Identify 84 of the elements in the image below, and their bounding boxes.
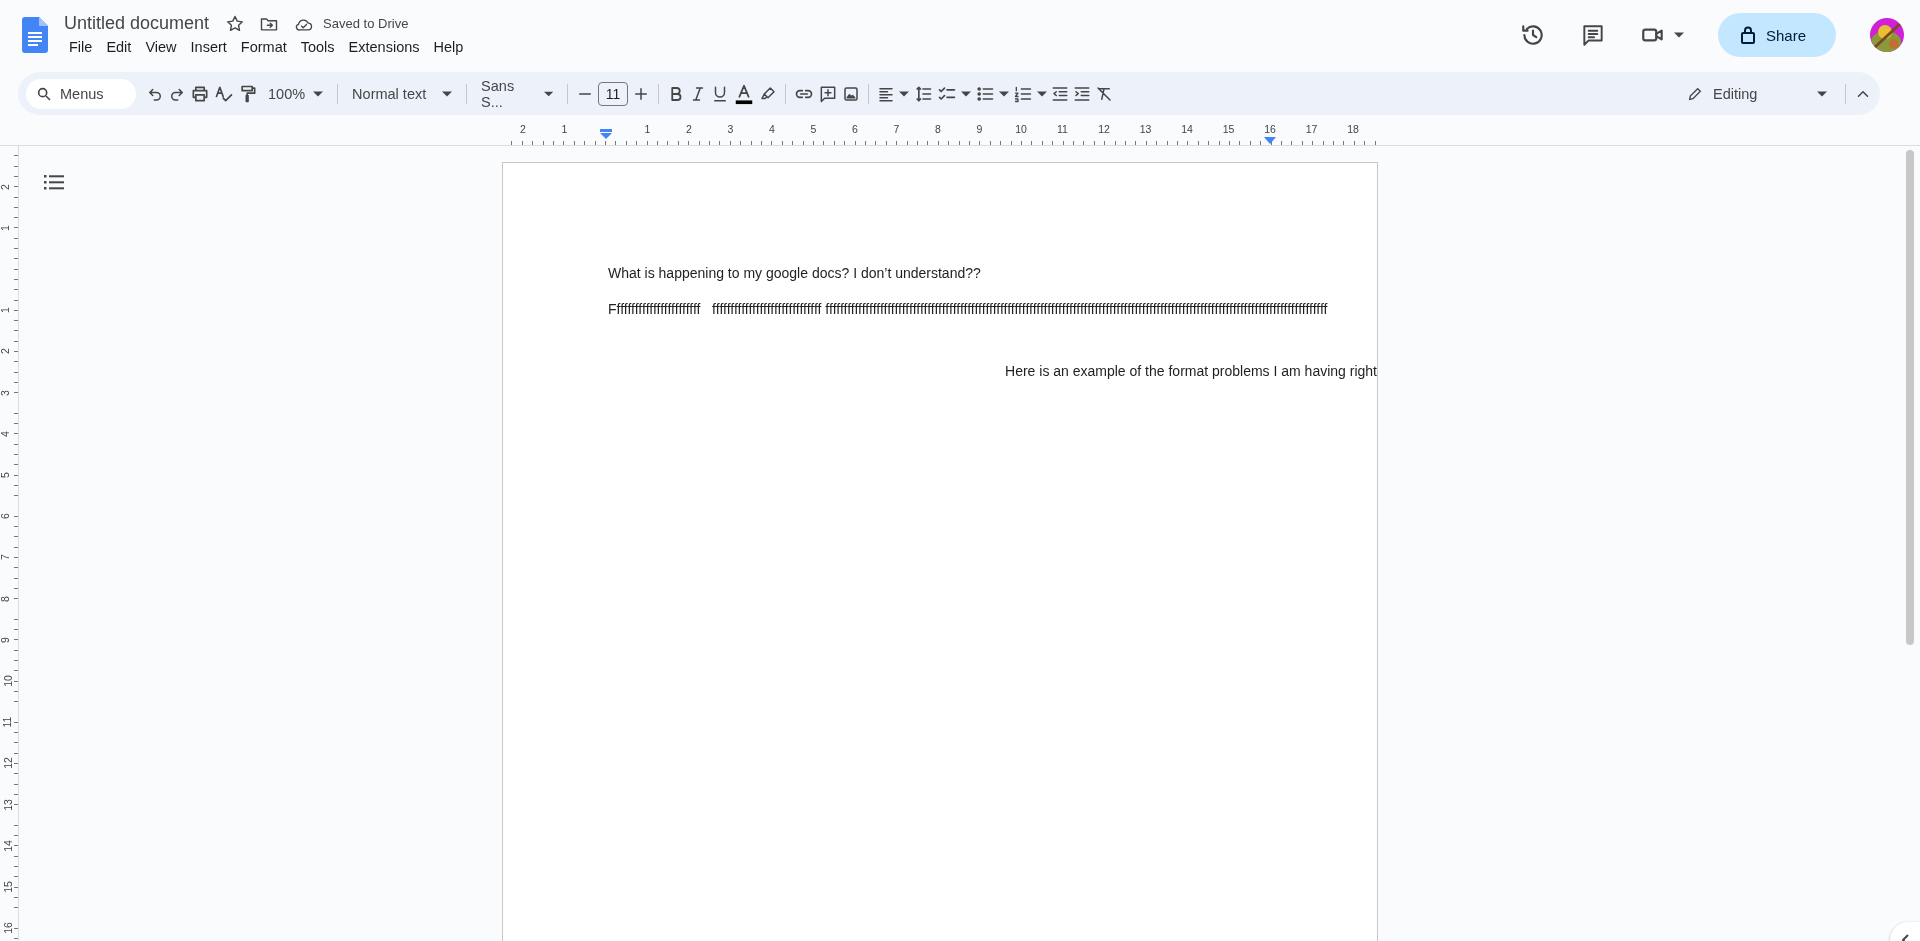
paragraph: What is happening to my google docs? I don’t understand?? <box>608 264 981 282</box>
ruler-number: 2 <box>0 183 11 190</box>
caret-icon[interactable] <box>961 90 972 97</box>
ruler-number: 8 <box>935 123 941 135</box>
ruler-number: 4 <box>769 123 775 135</box>
ruler-number: 5 <box>0 472 11 478</box>
indent-marker-icon[interactable] <box>600 129 612 139</box>
ruler-number: 14 <box>1181 123 1193 135</box>
paragraph: Here is an example of the format problems I am having right <box>1005 362 1377 380</box>
save-status: Saved to Drive <box>323 16 409 31</box>
caret-icon[interactable] <box>1817 90 1827 97</box>
decrease-indent-icon[interactable] <box>1051 84 1070 103</box>
pencil-icon <box>1687 85 1703 102</box>
ruler-number: 17 <box>1305 123 1318 135</box>
search-icon <box>36 85 52 102</box>
ruler-number: 3 <box>727 123 734 135</box>
document-title[interactable]: Untitled document <box>62 13 212 34</box>
caret-icon[interactable] <box>543 90 554 97</box>
editing-mode-select[interactable]: Editing <box>1677 81 1837 106</box>
image-icon[interactable] <box>842 84 861 103</box>
ruler-number: 1 <box>0 224 11 231</box>
search-menus-field[interactable]: Menus <box>26 78 136 109</box>
ruler-number: 2 <box>0 348 11 355</box>
ruler-number: 8 <box>0 595 11 602</box>
ruler-number: 6 <box>0 513 11 520</box>
menu-item[interactable]: View <box>138 37 184 57</box>
ruler-number: 5 <box>810 123 817 135</box>
menu-item[interactable]: File <box>62 37 100 57</box>
caret-icon[interactable] <box>442 90 453 97</box>
star-icon[interactable] <box>225 13 246 34</box>
font-size-field[interactable]: 11 <box>598 81 629 106</box>
scrollbar[interactable] <box>1906 150 1914 645</box>
increase-indent-icon[interactable] <box>1073 84 1092 103</box>
menu-item[interactable]: Extensions <box>341 37 427 57</box>
menu-item[interactable]: Tools <box>293 37 342 57</box>
history-icon[interactable] <box>1519 22 1546 48</box>
menu-item[interactable]: Format <box>233 37 294 57</box>
ruler-number: 7 <box>893 123 900 135</box>
ruler-number: 3 <box>0 389 11 396</box>
ruler-number: 11 <box>1 716 14 728</box>
ruler-number: 13 <box>1 798 14 811</box>
ruler-number: 1 <box>0 307 11 314</box>
caret-icon[interactable] <box>899 90 910 97</box>
ruler-number: 10 <box>1015 123 1027 135</box>
menu-item[interactable]: Insert <box>183 37 234 57</box>
docs-logo-icon[interactable] <box>22 17 48 53</box>
ruler-number: 1 <box>561 123 568 135</box>
menu-item[interactable]: Edit <box>99 37 139 57</box>
zoom-select[interactable]: 100% <box>262 81 330 106</box>
paragraph: Ffffffffffffffffffffffff ffffffffffffffffffffffffffffff ffffffffffffffffffffffffffffffffffffffffffffffffffffffffffffffffffffffffffffffffffffffffffffffffffffffffffffffffffffffffffffffffffffffffff <box>608 300 1328 318</box>
ruler-number: 15 <box>1 881 14 893</box>
ruler-number: 9 <box>976 123 983 135</box>
ruler-number: 1 <box>644 123 651 135</box>
style-select[interactable]: Normal text <box>346 81 459 106</box>
ruler-number: 10 <box>1 675 14 687</box>
right-indent-marker-icon[interactable] <box>1264 137 1276 144</box>
caret-icon[interactable] <box>999 90 1010 97</box>
ruler-number: 2 <box>686 123 692 135</box>
caret-icon[interactable] <box>1037 90 1048 97</box>
vertical-ruler[interactable]: 2 1 1 2 3 4 5 6 7 8 9 10 11 12 13 14 15 16 <box>0 146 19 941</box>
ruler-number: 14 <box>1 839 14 852</box>
outline-icon[interactable] <box>44 174 64 190</box>
ruler-number: 11 <box>1057 123 1068 135</box>
ruler-number: 7 <box>0 554 11 561</box>
share-button[interactable]: Share <box>1717 13 1836 57</box>
lock-icon <box>1739 26 1756 44</box>
caret-icon[interactable] <box>313 90 324 97</box>
ruler-number: 9 <box>0 636 11 643</box>
ruler-number: 6 <box>852 123 858 135</box>
avatar[interactable] <box>1870 18 1904 52</box>
ruler-number: 12 <box>1 757 14 770</box>
menu-item[interactable]: Help <box>426 37 471 57</box>
clear-formatting-icon[interactable] <box>1095 84 1114 103</box>
caret-icon[interactable] <box>1673 32 1684 38</box>
ruler-number: 2 <box>520 123 526 135</box>
ruler-number: 16 <box>1 922 14 935</box>
ruler-number: 13 <box>1139 123 1152 135</box>
ruler-number: 18 <box>1347 123 1359 135</box>
paint-format-icon[interactable] <box>238 83 258 104</box>
ruler-number: 12 <box>1098 123 1110 135</box>
ruler-number: 16 <box>1264 123 1276 135</box>
ruler-number: 15 <box>1222 123 1235 135</box>
font-select[interactable]: Sans S... <box>475 73 560 114</box>
ruler-number: 4 <box>0 430 11 437</box>
